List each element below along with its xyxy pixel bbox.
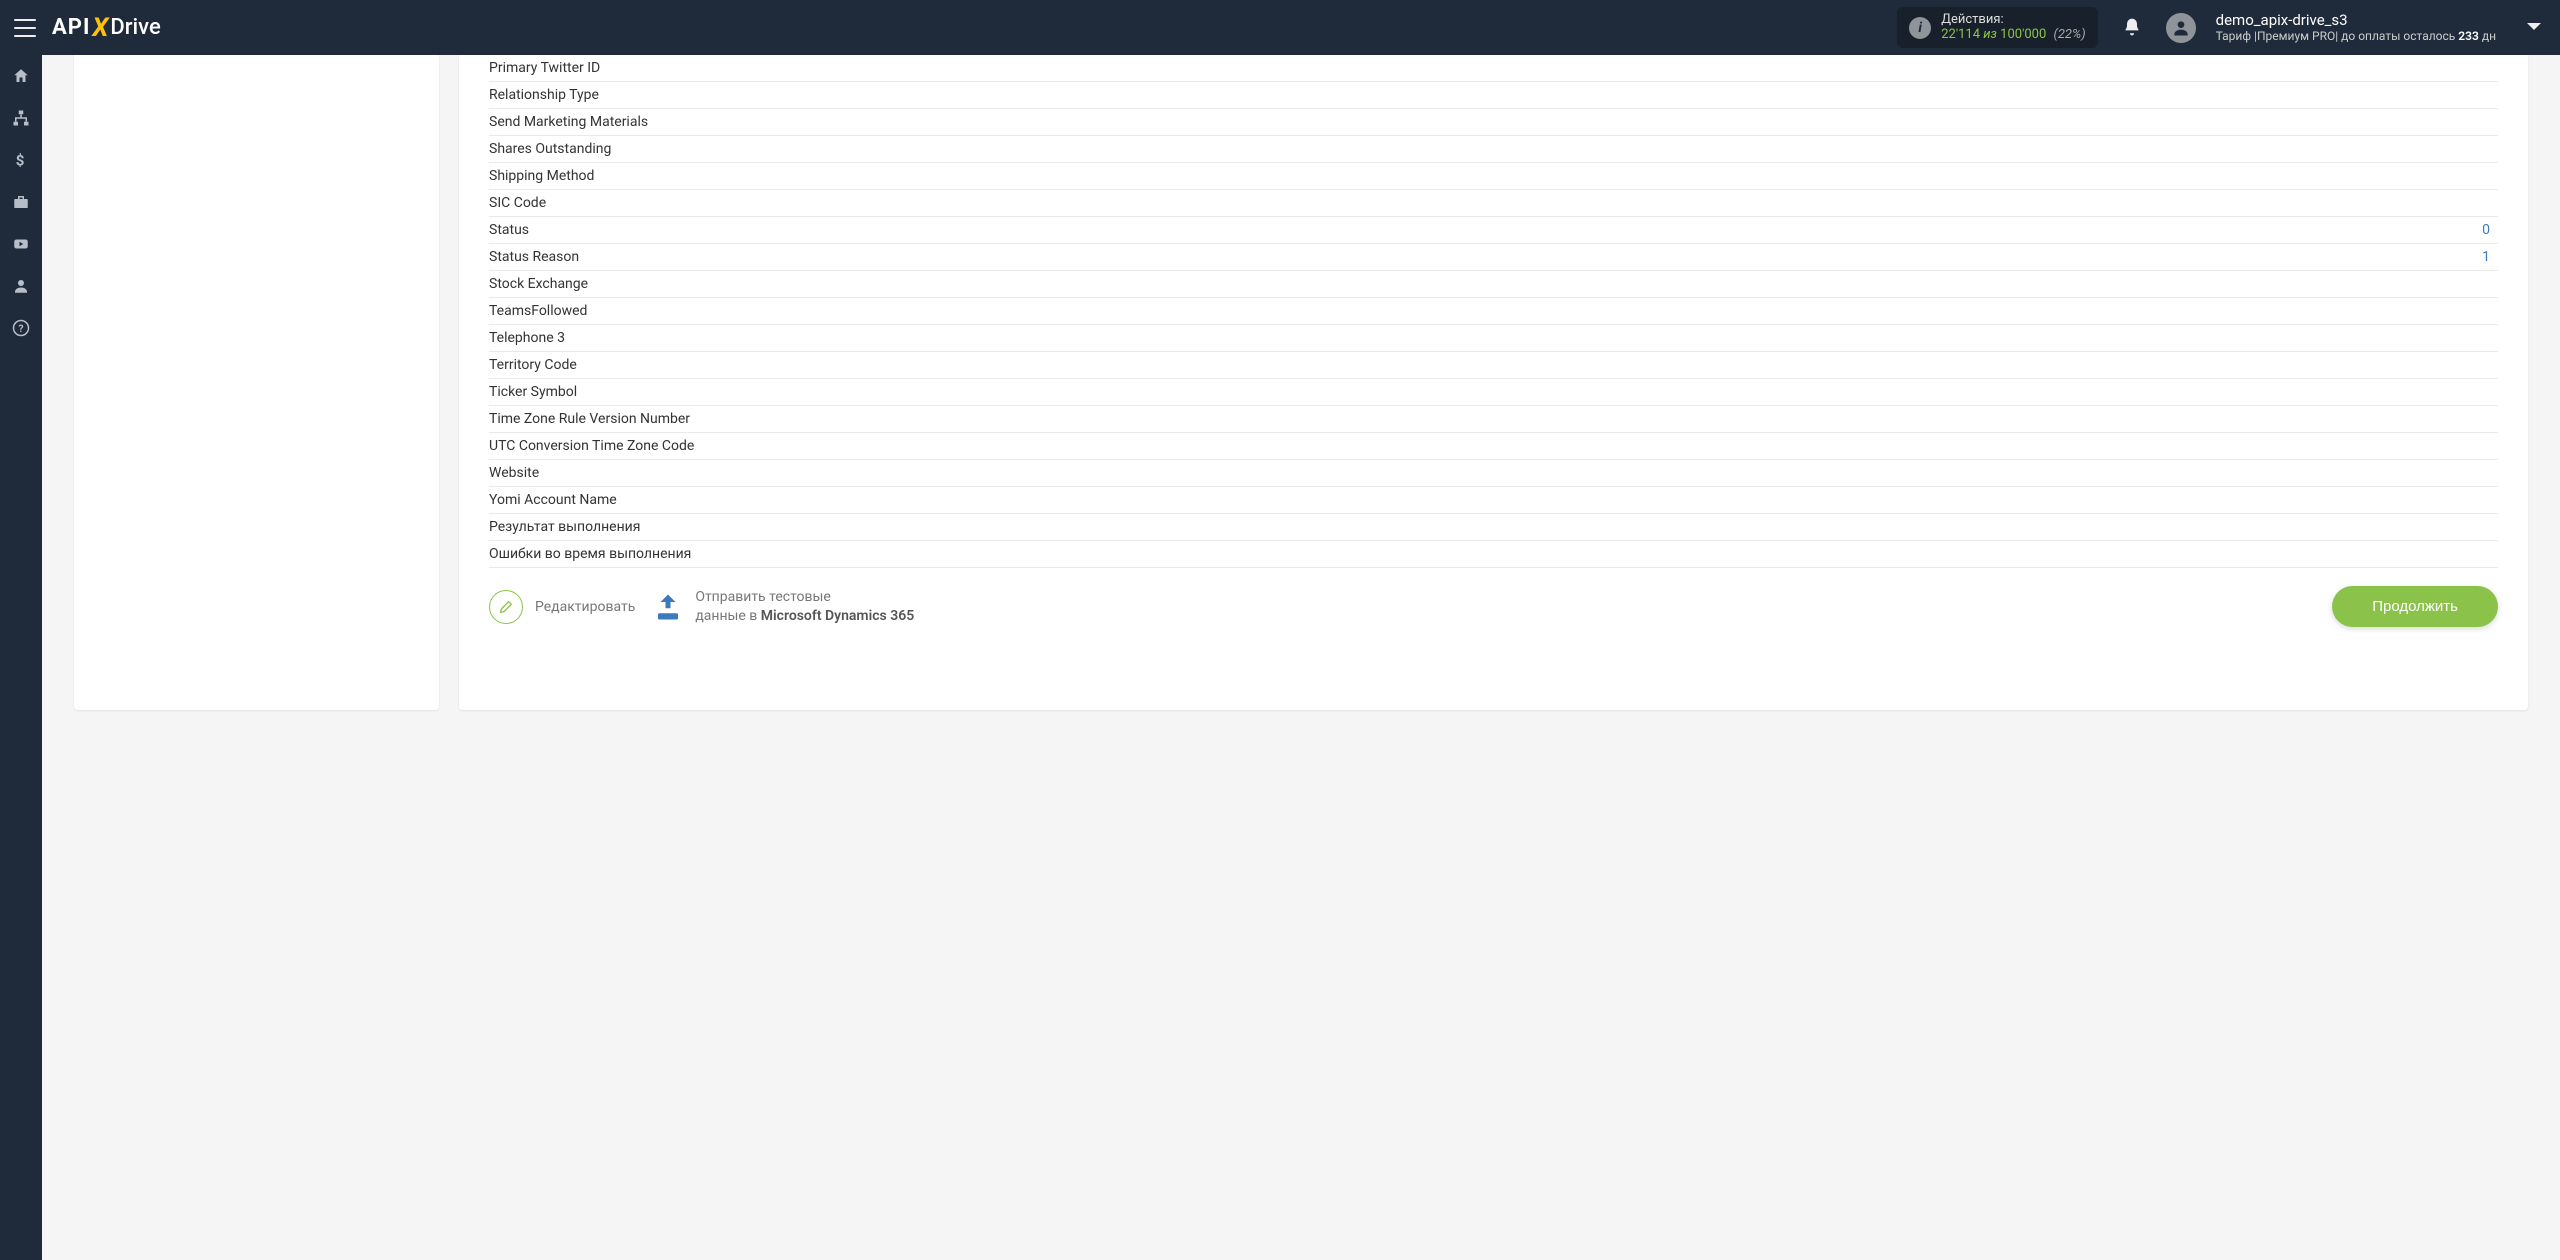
pencil-icon (489, 590, 523, 624)
actions-text: Действия: 22'114 из 100'000 (22%) (1941, 13, 2085, 43)
field-row: Shipping Method (489, 163, 2498, 190)
field-row: Telephone 3 (489, 325, 2498, 352)
field-label: Status Reason (489, 249, 579, 265)
sidebar-item-home[interactable] (0, 55, 42, 97)
logo-text-x: X (92, 13, 108, 43)
upload-icon (653, 592, 683, 622)
field-row: UTC Conversion Time Zone Code (489, 433, 2498, 460)
field-label: Relationship Type (489, 87, 599, 103)
field-label: Website (489, 465, 539, 481)
field-row: Yomi Account Name (489, 487, 2498, 514)
chevron-down-icon[interactable] (2526, 20, 2542, 36)
logo[interactable]: API X Drive (52, 13, 161, 43)
field-row: Primary Twitter ID (489, 55, 2498, 82)
field-value: 1 (2482, 249, 2498, 265)
field-list: Primary Twitter ID Relationship Type Send … (459, 55, 2528, 568)
field-label: Time Zone Rule Version Number (489, 411, 690, 427)
actions-subline: 22'114 из 100'000 (22%) (1941, 28, 2085, 43)
sidebar-item-video[interactable] (0, 223, 42, 265)
field-row: Ticker Symbol (489, 379, 2498, 406)
field-row: SIC Code (489, 190, 2498, 217)
actions-counter[interactable]: i Действия: 22'114 из 100'000 (22%) (1897, 7, 2097, 49)
user-avatar-icon[interactable] (2166, 13, 2196, 43)
field-row: Territory Code (489, 352, 2498, 379)
field-label: Status (489, 222, 529, 238)
field-row: TeamsFollowed (489, 298, 2498, 325)
user-info[interactable]: demo_apix-drive_s3 Тариф |Премиум PRO| д… (2216, 11, 2496, 43)
svg-text:?: ? (18, 322, 23, 335)
menu-toggle-button[interactable] (14, 19, 36, 37)
field-label: Результат выполнения (489, 519, 640, 535)
field-row: Website (489, 460, 2498, 487)
panel-actions: Редактировать Отправить тестовые данные … (459, 568, 2528, 627)
field-label: TeamsFollowed (489, 303, 587, 319)
field-row: Stock Exchange (489, 271, 2498, 298)
continue-button[interactable]: Продолжить (2332, 586, 2498, 627)
field-row: Status 0 (489, 217, 2498, 244)
field-row: Результат выполнения (489, 514, 2498, 541)
sidebar-item-profile[interactable] (0, 265, 42, 307)
field-label: Yomi Account Name (489, 492, 617, 508)
logo-text-api: API (52, 15, 90, 40)
content-area: Primary Twitter ID Relationship Type Send … (42, 55, 2560, 1260)
user-name: demo_apix-drive_s3 (2216, 11, 2496, 29)
sidebar: $ ? (0, 55, 42, 1260)
field-label: Stock Exchange (489, 276, 588, 292)
field-label: Telephone 3 (489, 330, 565, 346)
sidebar-item-billing[interactable]: $ (0, 139, 42, 181)
field-row: Relationship Type (489, 82, 2498, 109)
field-label: Send Marketing Materials (489, 114, 648, 130)
svg-text:$: $ (16, 151, 25, 169)
field-label: UTC Conversion Time Zone Code (489, 438, 694, 454)
field-value: 0 (2482, 222, 2498, 238)
field-label: Territory Code (489, 357, 577, 373)
user-tariff: Тариф |Премиум PRO| до оплаты осталось 2… (2216, 29, 2496, 43)
top-header: API X Drive i Действия: 22'114 из 100'00… (0, 0, 2560, 55)
send-text: Отправить тестовые данные в Microsoft Dy… (695, 588, 914, 624)
sidebar-item-connections[interactable] (0, 97, 42, 139)
field-label: SIC Code (489, 195, 546, 211)
field-label: Ticker Symbol (489, 384, 577, 400)
sidebar-item-briefcase[interactable] (0, 181, 42, 223)
field-label: Ошибки во время выполнения (489, 546, 691, 562)
field-row: Status Reason 1 (489, 244, 2498, 271)
edit-label: Редактировать (535, 599, 635, 615)
left-panel (74, 55, 439, 710)
field-label: Shares Outstanding (489, 141, 611, 157)
info-icon: i (1909, 17, 1931, 39)
field-label: Shipping Method (489, 168, 594, 184)
logo-text-drive: Drive (110, 15, 160, 40)
notifications-button[interactable] (2122, 17, 2142, 39)
main-panel: Primary Twitter ID Relationship Type Send … (459, 55, 2528, 710)
sidebar-item-help[interactable]: ? (0, 307, 42, 349)
field-row: Ошибки во время выполнения (489, 541, 2498, 568)
edit-button[interactable]: Редактировать (489, 590, 635, 624)
field-row: Shares Outstanding (489, 136, 2498, 163)
send-test-button[interactable]: Отправить тестовые данные в Microsoft Dy… (653, 588, 914, 624)
field-row: Time Zone Rule Version Number (489, 406, 2498, 433)
field-row: Send Marketing Materials (489, 109, 2498, 136)
actions-label: Действия: (1941, 13, 2085, 28)
field-label: Primary Twitter ID (489, 60, 600, 76)
